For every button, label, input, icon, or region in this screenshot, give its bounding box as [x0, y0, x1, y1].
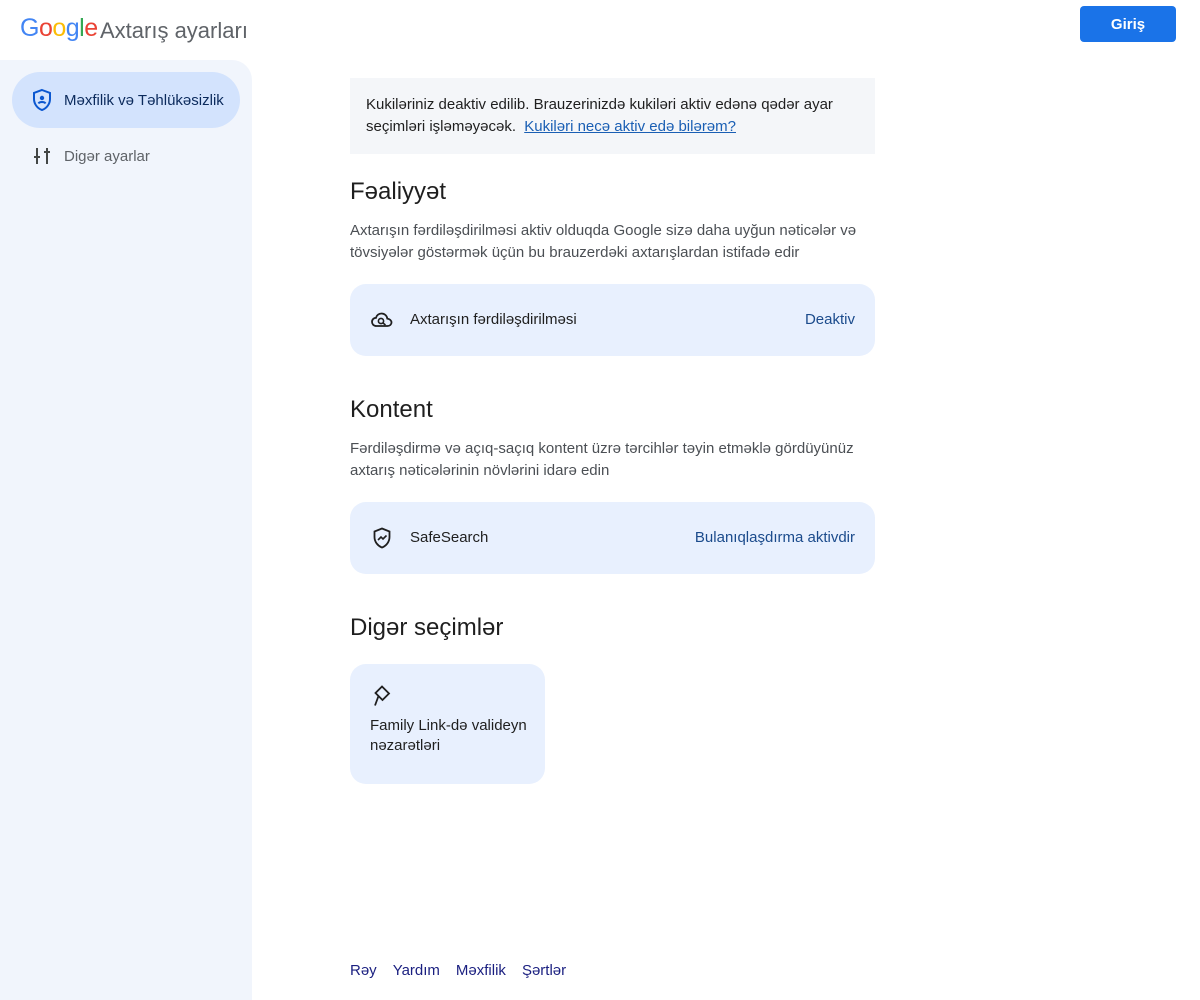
setting-label: SafeSearch: [410, 529, 489, 546]
cloud-search-icon: [370, 308, 394, 332]
activity-description: Axtarışın fərdiləşdirilməsi aktiv olduqd…: [350, 222, 857, 261]
footer-link-help[interactable]: Yardım: [393, 962, 440, 979]
logo-letter: G: [20, 14, 39, 42]
top-bar: Google Axtarış ayarları Giriş: [0, 0, 1200, 60]
sidebar-item-label: Digər ayarlar: [64, 147, 150, 165]
family-link-icon: [370, 684, 394, 708]
logo-letter: g: [65, 14, 80, 42]
sidebar-item-other-settings[interactable]: Digər ayarlar: [12, 128, 240, 184]
logo-letter: e: [84, 14, 98, 42]
sidebar-item-privacy-security[interactable]: Məxfilik və Təhlükəsizlik: [12, 72, 240, 128]
setting-label: Axtarışın fərdiləşdirilməsi: [410, 311, 577, 328]
google-logo[interactable]: Google: [20, 14, 98, 43]
safesearch-card[interactable]: SafeSearch Bulanıqlaşdırma aktivdir: [350, 502, 875, 574]
sign-in-button[interactable]: Giriş: [1080, 6, 1176, 42]
search-personalization-card[interactable]: Axtarışın fərdiləşdirilməsi Deaktiv: [350, 284, 875, 356]
shield-person-icon: [30, 88, 54, 112]
tile-label: Family Link-də valideyn nəzarətləri: [370, 717, 527, 754]
sidebar: Məxfilik və Təhlükəsizlik Digər ayarlar: [0, 60, 252, 1000]
family-link-tile[interactable]: Family Link-də valideyn nəzarətləri: [350, 664, 545, 784]
shield-check-icon: [370, 526, 394, 550]
footer-link-feedback[interactable]: Rəy: [350, 962, 377, 979]
content-description: Fərdiləşdirmə və açıq-saçıq kontent üzrə…: [350, 440, 854, 479]
cookies-notice: Kukiləriniz deaktiv edilib. Brauzerinizd…: [350, 78, 875, 154]
footer-link-terms[interactable]: Şərtlər: [522, 962, 566, 979]
footer: Rəy Yardım Məxfilik Şərtlər: [350, 962, 582, 979]
cookies-help-link[interactable]: Kukiləri necə aktiv edə bilərəm?: [524, 118, 736, 135]
page-title: Axtarış ayarları: [100, 18, 248, 43]
content-title: Kontent: [350, 396, 433, 423]
setting-status: Deaktiv: [804, 311, 855, 328]
setting-status: Bulanıqlaşdırma aktivdir: [694, 529, 855, 546]
logo-letter: o: [52, 14, 66, 42]
footer-link-privacy[interactable]: Məxfilik: [456, 962, 506, 979]
activity-title: Fəaliyyət: [350, 178, 447, 205]
sidebar-item-label: Məxfilik və Təhlükəsizlik: [64, 91, 224, 109]
other-options-title: Digər seçimlər: [350, 614, 504, 641]
sliders-icon: [30, 144, 54, 168]
logo-wordmark: Google: [20, 14, 98, 43]
logo-letter: o: [38, 14, 53, 42]
